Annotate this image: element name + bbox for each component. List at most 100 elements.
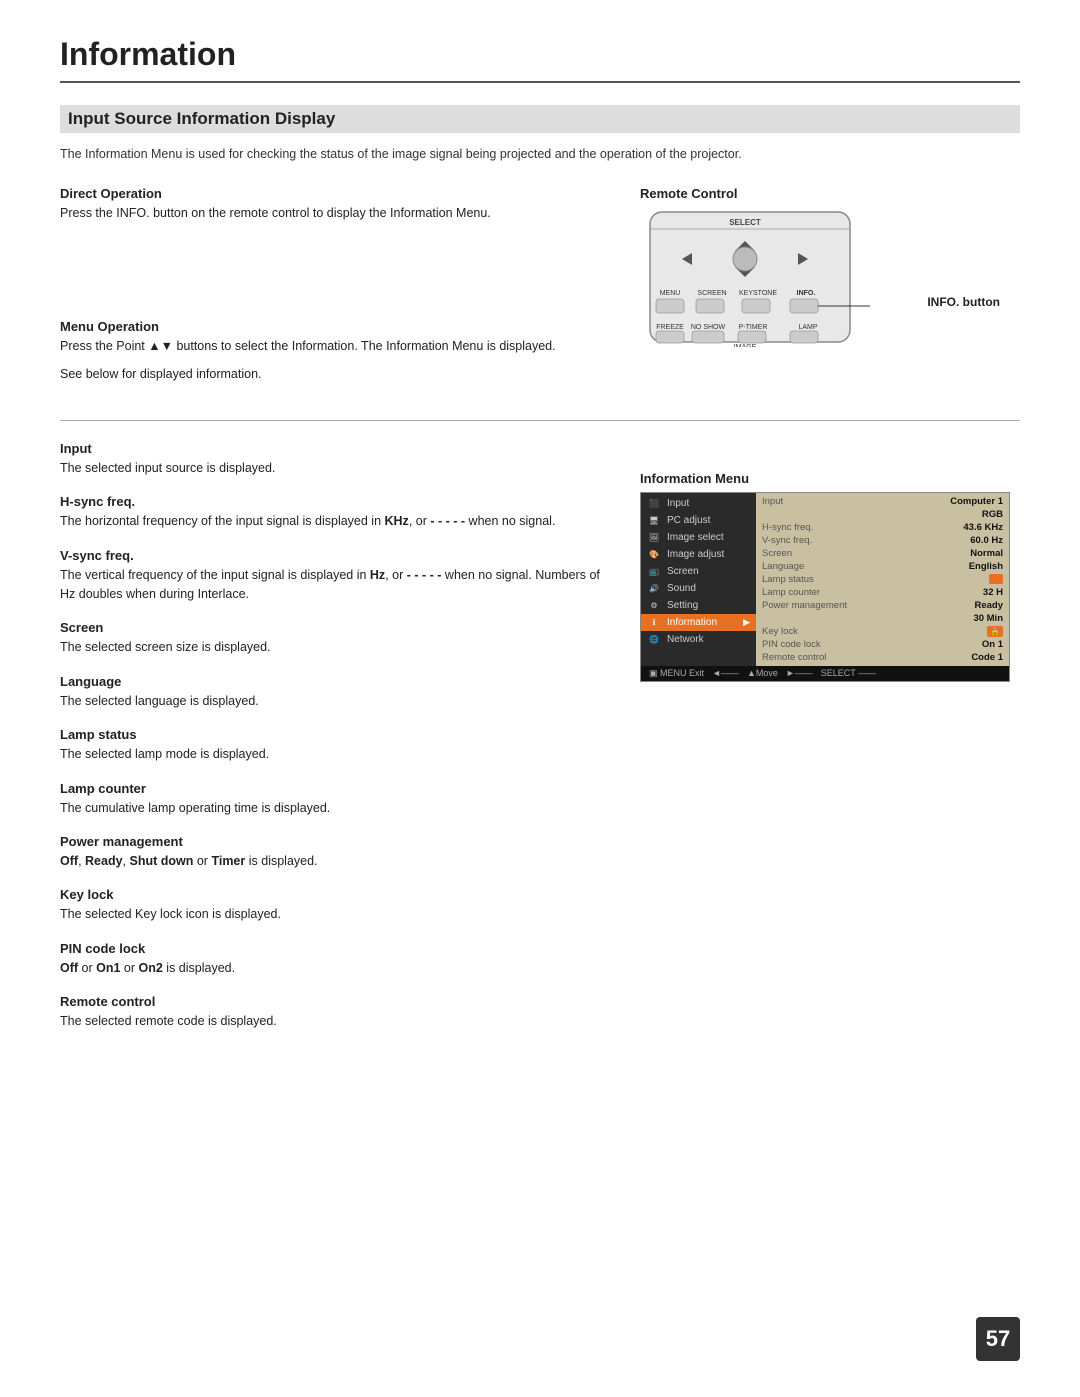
menu-item-screen[interactable]: 📺 Screen xyxy=(641,563,756,580)
info-row-lamp-status: Lamp status xyxy=(762,573,1003,586)
info-row-screen: Screen Normal xyxy=(762,547,1003,560)
top-two-col: Direct Operation Press the INFO. button … xyxy=(60,186,1020,400)
info-row-power-mgmt2: 30 Min xyxy=(762,612,1003,625)
bottom-right: Information Menu ⬛ Input 🖥 PC adjust xyxy=(640,441,1020,1048)
menu-item-pc-adjust[interactable]: 🖥 PC adjust xyxy=(641,512,756,529)
menu-item-input[interactable]: ⬛ Input xyxy=(641,495,756,512)
menu-left-col: ⬛ Input 🖥 PC adjust 🖼 Image select � xyxy=(641,493,756,666)
field-screen: Screen The selected screen size is displ… xyxy=(60,620,610,657)
info-row-pin-code: PIN code lock On 1 xyxy=(762,638,1003,651)
menu-item-setting[interactable]: ⚙ Setting xyxy=(641,597,756,614)
menu-body: ⬛ Input 🖥 PC adjust 🖼 Image select � xyxy=(641,493,1009,666)
info-label-pin-code: PIN code lock xyxy=(762,639,821,650)
image-adjust-icon: 🎨 xyxy=(647,549,661,559)
field-power-mgmt-body: Off, Ready, Shut down or Timer is displa… xyxy=(60,852,610,871)
info-value-rgb: RGB xyxy=(982,509,1003,520)
field-pin-code-body: Off or On1 or On2 is displayed. xyxy=(60,959,610,978)
svg-text:NO SHOW: NO SHOW xyxy=(691,324,726,331)
info-label-language: Language xyxy=(762,561,804,572)
info-label-hsync: H-sync freq. xyxy=(762,522,813,533)
setting-icon: ⚙ xyxy=(647,600,661,610)
field-key-lock-title: Key lock xyxy=(60,887,610,902)
menu-item-sound[interactable]: 🔊 Sound xyxy=(641,580,756,597)
bottom-bar-menu: ▣ MENU Exit xyxy=(649,668,704,679)
info-label-input: Input xyxy=(762,496,783,507)
menu-item-sound-label: Sound xyxy=(667,583,696,594)
menu-item-info-label: Information xyxy=(667,617,717,628)
menu-item-network[interactable]: 🌐 Network xyxy=(641,631,756,648)
spacer xyxy=(60,239,610,319)
direct-operation-body: Press the INFO. button on the remote con… xyxy=(60,204,610,223)
info-row-input: Input Computer 1 xyxy=(762,495,1003,508)
menu-item-information[interactable]: ℹ Information ▶ xyxy=(641,614,756,631)
info-label-lamp-counter: Lamp counter xyxy=(762,587,820,598)
input-icon: ⬛ xyxy=(647,498,661,508)
page-title: Information xyxy=(60,36,1020,83)
remote-control-container: SELECT MENU SCREEN KEYSTONE xyxy=(640,207,870,347)
svg-text:MENU: MENU xyxy=(660,290,681,297)
field-lamp-status-title: Lamp status xyxy=(60,727,610,742)
svg-text:SCREEN: SCREEN xyxy=(697,290,726,297)
info-row-rgb: RGB xyxy=(762,508,1003,521)
field-vsync-title: V-sync freq. xyxy=(60,548,610,563)
field-input: Input The selected input source is displ… xyxy=(60,441,610,478)
info-value-pin-code: On 1 xyxy=(982,639,1003,650)
menu-item-network-label: Network xyxy=(667,634,704,645)
info-row-power-mgmt: Power management Ready xyxy=(762,599,1003,612)
field-language-body: The selected language is displayed. xyxy=(60,692,610,711)
info-row-key-lock: Key lock 🔒 xyxy=(762,625,1003,638)
section-divider xyxy=(60,420,1020,421)
field-power-mgmt: Power management Off, Ready, Shut down o… xyxy=(60,834,610,871)
page: Information Input Source Information Dis… xyxy=(0,0,1080,1397)
info-row-vsync: V-sync freq. 60.0 Hz xyxy=(762,534,1003,547)
field-lamp-counter: Lamp counter The cumulative lamp operati… xyxy=(60,781,610,818)
image-select-icon: 🖼 xyxy=(647,532,661,542)
sound-icon: 🔊 xyxy=(647,583,661,593)
bottom-bar-nav2: ►—— xyxy=(786,668,813,679)
field-lamp-counter-body: The cumulative lamp operating time is di… xyxy=(60,799,610,818)
menu-item-image-adjust[interactable]: 🎨 Image adjust xyxy=(641,546,756,563)
right-column: Remote Control SELECT xyxy=(640,186,1020,400)
section-heading: Input Source Information Display xyxy=(60,105,1020,133)
menu-operation-body1: Press the Point ▲▼ buttons to select the… xyxy=(60,337,610,356)
menu-item-image-select[interactable]: 🖼 Image select xyxy=(641,529,756,546)
field-pin-code: PIN code lock Off or On1 or On2 is displ… xyxy=(60,941,610,978)
info-value-language: English xyxy=(969,561,1003,572)
bottom-bar-select: SELECT —— xyxy=(821,668,876,679)
info-menu-label: Information Menu xyxy=(640,471,1020,486)
lamp-status-indicator xyxy=(989,574,1003,584)
menu-item-screen-label: Screen xyxy=(667,566,699,577)
bottom-bar-move: ▲Move xyxy=(747,668,778,679)
info-value-remote-ctrl: Code 1 xyxy=(971,652,1003,663)
info-value-hsync: 43.6 KHz xyxy=(963,522,1003,533)
menu-item-img-select-label: Image select xyxy=(667,532,724,543)
bottom-bar-nav1: ◄—— xyxy=(712,668,739,679)
info-row-hsync: H-sync freq. 43.6 KHz xyxy=(762,521,1003,534)
page-number: 57 xyxy=(976,1317,1020,1361)
svg-text:IMAGE: IMAGE xyxy=(734,344,757,347)
info-row-lamp-counter: Lamp counter 32 H xyxy=(762,586,1003,599)
info-value-lamp-counter: 32 H xyxy=(983,587,1003,598)
field-input-title: Input xyxy=(60,441,610,456)
info-label-screen: Screen xyxy=(762,548,792,559)
field-screen-body: The selected screen size is displayed. xyxy=(60,638,610,657)
menu-right-col: Input Computer 1 RGB H-sync freq. 43.6 K… xyxy=(756,493,1009,666)
field-hsync-body: The horizontal frequency of the input si… xyxy=(60,512,610,531)
info-value-power-mgmt: Ready xyxy=(974,600,1003,611)
menu-item-img-adjust-label: Image adjust xyxy=(667,549,724,560)
screen-icon: 📺 xyxy=(647,566,661,576)
info-label-power-mgmt: Power management xyxy=(762,600,847,611)
svg-text:KEYSTONE: KEYSTONE xyxy=(739,290,777,297)
field-language: Language The selected language is displa… xyxy=(60,674,610,711)
info-menu-screenshot: ⬛ Input 🖥 PC adjust 🖼 Image select � xyxy=(640,492,1010,682)
bottom-section: Input The selected input source is displ… xyxy=(60,441,1020,1048)
arrow-right-icon: ▶ xyxy=(743,617,750,628)
remote-control-label: Remote Control xyxy=(640,186,738,201)
info-label-remote-ctrl: Remote control xyxy=(762,652,826,663)
field-lamp-status-body: The selected lamp mode is displayed. xyxy=(60,745,610,764)
information-icon: ℹ xyxy=(647,617,661,627)
remote-control-svg: SELECT MENU SCREEN KEYSTONE xyxy=(640,207,870,347)
field-key-lock-body: The selected Key lock icon is displayed. xyxy=(60,905,610,924)
menu-operation-section: Menu Operation Press the Point ▲▼ button… xyxy=(60,319,610,384)
intro-text: The Information Menu is used for checkin… xyxy=(60,145,1020,164)
